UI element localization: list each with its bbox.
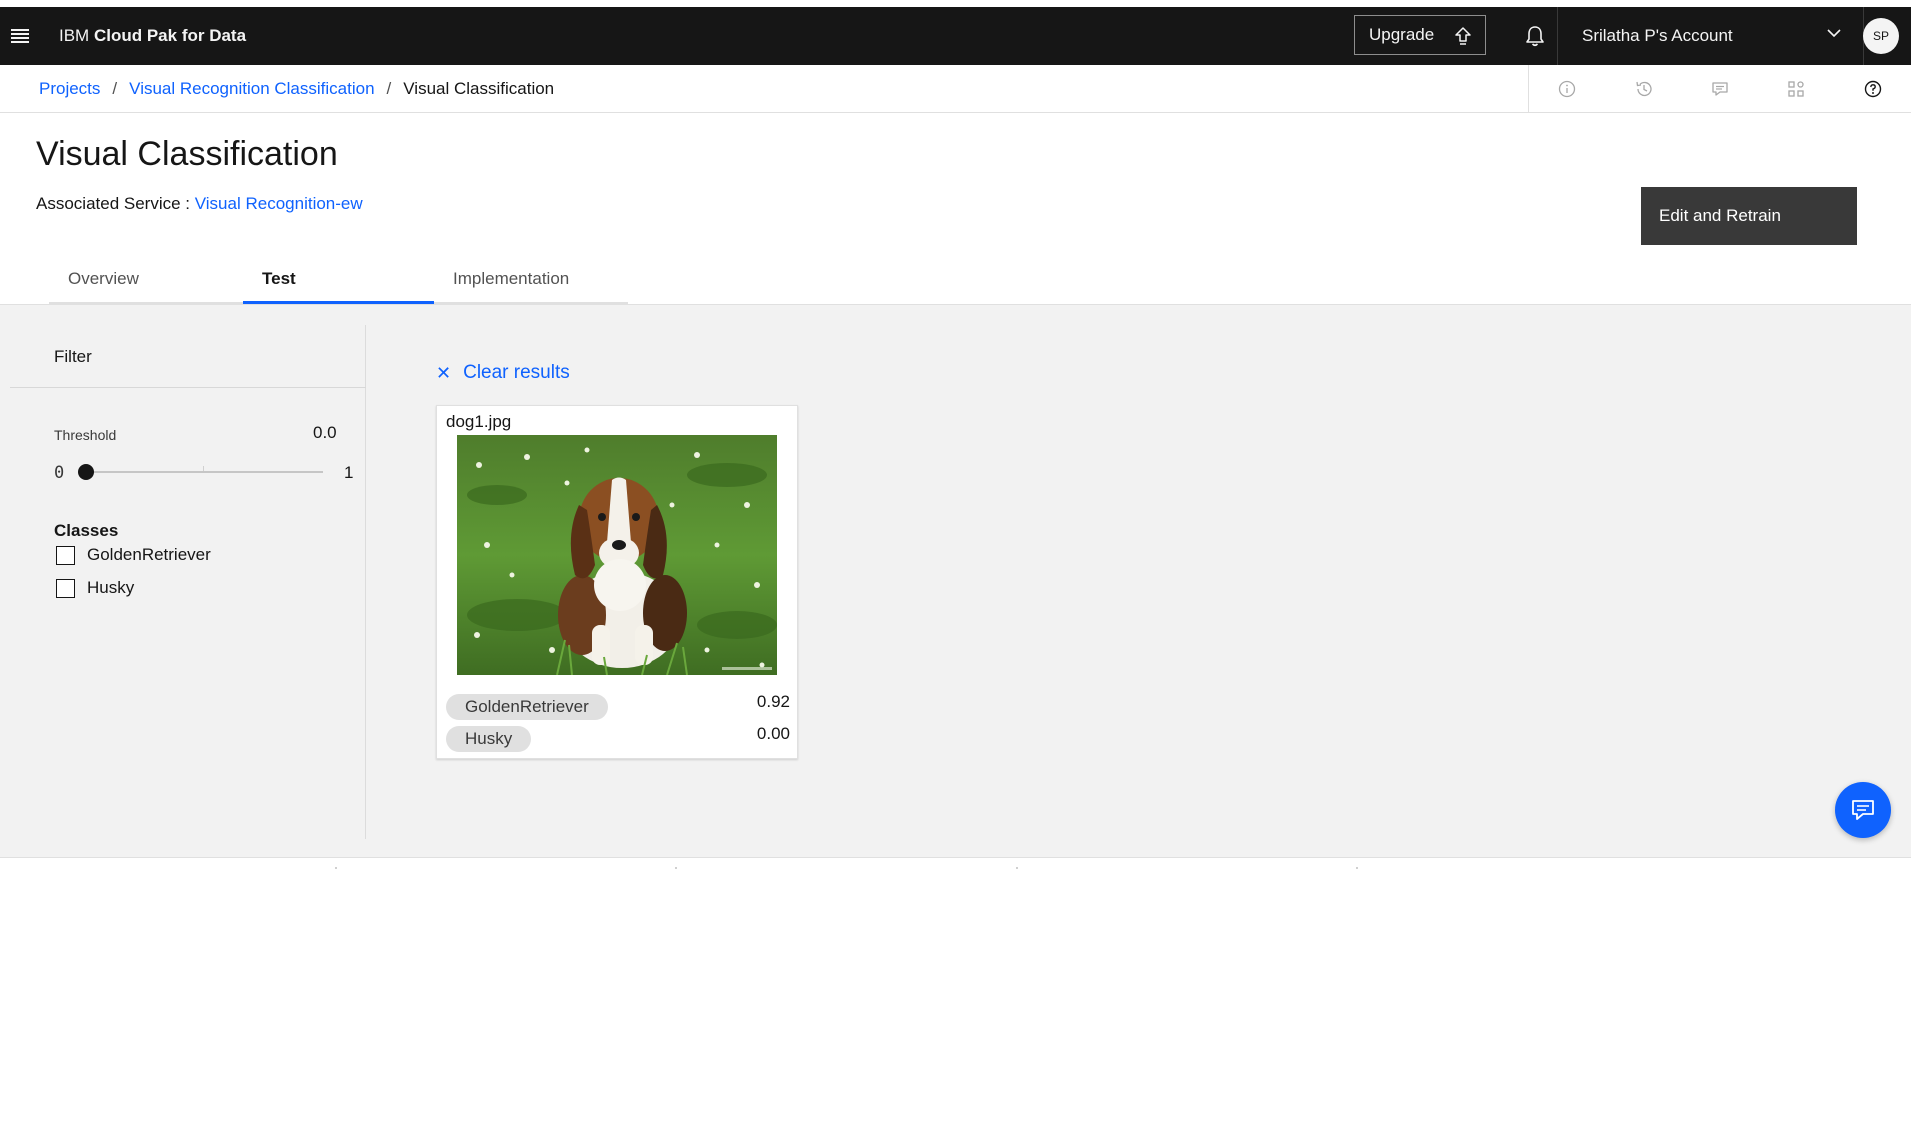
info-button[interactable]: [1529, 80, 1605, 98]
comment-icon: [1712, 82, 1728, 96]
account-label: Srilatha P's Account: [1582, 26, 1733, 45]
class-filter-husky[interactable]: Husky: [56, 578, 134, 598]
chevron-down-icon: [1827, 29, 1841, 38]
top-header: IBM Cloud Pak for Data Upgrade Srilatha …: [0, 7, 1911, 65]
breadcrumb-separator: /: [112, 79, 118, 98]
breadcrumb-projects[interactable]: Projects: [39, 79, 100, 99]
class-label: Husky: [87, 578, 135, 597]
classes-title: Classes: [54, 521, 119, 540]
help-button[interactable]: [1835, 80, 1911, 98]
upgrade-button[interactable]: Upgrade: [1354, 15, 1486, 55]
test-panel: Filter Threshold 0.0 0 1 Classes GoldenR…: [0, 304, 1911, 858]
threshold-value: 0.0: [313, 423, 337, 442]
breadcrumb-separator: /: [386, 79, 392, 98]
slider-min-label: 0: [54, 463, 65, 483]
tab-implementation[interactable]: Implementation: [434, 256, 628, 304]
service-link[interactable]: Visual Recognition-ew: [195, 194, 363, 213]
threshold-slider-track[interactable]: [83, 471, 323, 473]
breadcrumb-current: Visual Classification: [403, 79, 555, 98]
result-row: Husky 0.00: [446, 724, 790, 752]
slider-tick: [203, 466, 204, 471]
account-switcher[interactable]: Srilatha P's Account: [1564, 7, 1864, 65]
class-score: 0.00: [756, 724, 790, 743]
slider-max-label: 1: [344, 463, 354, 482]
chat-icon: [1852, 800, 1874, 820]
bell-icon: [1525, 26, 1544, 47]
filter-divider: [10, 387, 366, 388]
dog-photo: [457, 435, 777, 675]
chat-button[interactable]: [1835, 782, 1891, 838]
history-button[interactable]: [1605, 80, 1681, 98]
class-filter-goldenretriever[interactable]: GoldenRetriever: [56, 545, 211, 565]
class-tag: GoldenRetriever: [446, 694, 608, 720]
page-toolbar: [1528, 65, 1911, 113]
checkbox[interactable]: [56, 545, 75, 565]
page-title: Visual Classification: [36, 135, 338, 173]
history-icon: [1635, 81, 1652, 97]
filter-panel: Filter Threshold 0.0 0 1 Classes GoldenR…: [10, 325, 366, 839]
breadcrumb: Projects / Visual Recognition Classifica…: [39, 65, 554, 113]
notifications-button[interactable]: [1512, 7, 1558, 65]
tab-test[interactable]: Test: [243, 256, 434, 304]
close-icon: ✕: [436, 362, 452, 383]
service-label: Associated Service :: [36, 194, 191, 213]
class-tag: Husky: [446, 726, 532, 752]
edit-and-retrain-button[interactable]: Edit and Retrain: [1641, 187, 1857, 245]
filter-title: Filter: [54, 347, 92, 366]
clear-results-label: Clear results: [463, 362, 570, 383]
result-card[interactable]: dog1.jpg GoldenRetriever 0.92 Husky 0.00: [436, 405, 798, 759]
breadcrumb-bar: Projects / Visual Recognition Classifica…: [0, 65, 1911, 113]
result-row: GoldenRetriever 0.92: [446, 692, 790, 720]
upgrade-arrow-icon: [1455, 27, 1471, 45]
class-score: 0.92: [756, 692, 790, 711]
avatar-initials: SP: [1872, 29, 1889, 43]
footer-divider-dot: [1016, 867, 1018, 869]
checkbox[interactable]: [56, 578, 75, 598]
apps-icon: [1788, 81, 1805, 97]
product-name[interactable]: IBM Cloud Pak for Data: [59, 7, 246, 65]
info-icon: [1559, 80, 1576, 98]
threshold-label: Threshold: [54, 427, 117, 443]
tab-list: Overview Test Implementation: [49, 256, 628, 304]
threshold-slider-thumb[interactable]: [78, 464, 94, 480]
tab-overview[interactable]: Overview: [49, 256, 243, 304]
apps-button[interactable]: [1758, 80, 1834, 98]
avatar[interactable]: SP: [1863, 18, 1899, 54]
footer-divider-dot: [335, 867, 337, 869]
brand-name: Cloud Pak for Data: [93, 26, 247, 45]
image-filename: dog1.jpg: [446, 412, 512, 431]
associated-service: Associated Service : Visual Recognition-…: [36, 194, 363, 214]
clear-results-button[interactable]: ✕ Clear results: [436, 362, 570, 384]
brand-prefix: IBM: [59, 26, 90, 45]
comments-button[interactable]: [1682, 80, 1758, 98]
footer-divider-dot: [675, 867, 677, 869]
class-label: GoldenRetriever: [87, 545, 211, 564]
breadcrumb-project[interactable]: Visual Recognition Classification: [129, 79, 374, 99]
hamburger-menu-icon[interactable]: [0, 7, 40, 65]
footer-divider-dot: [1356, 867, 1358, 869]
upgrade-label: Upgrade: [1369, 25, 1435, 44]
help-icon: [1864, 80, 1882, 98]
